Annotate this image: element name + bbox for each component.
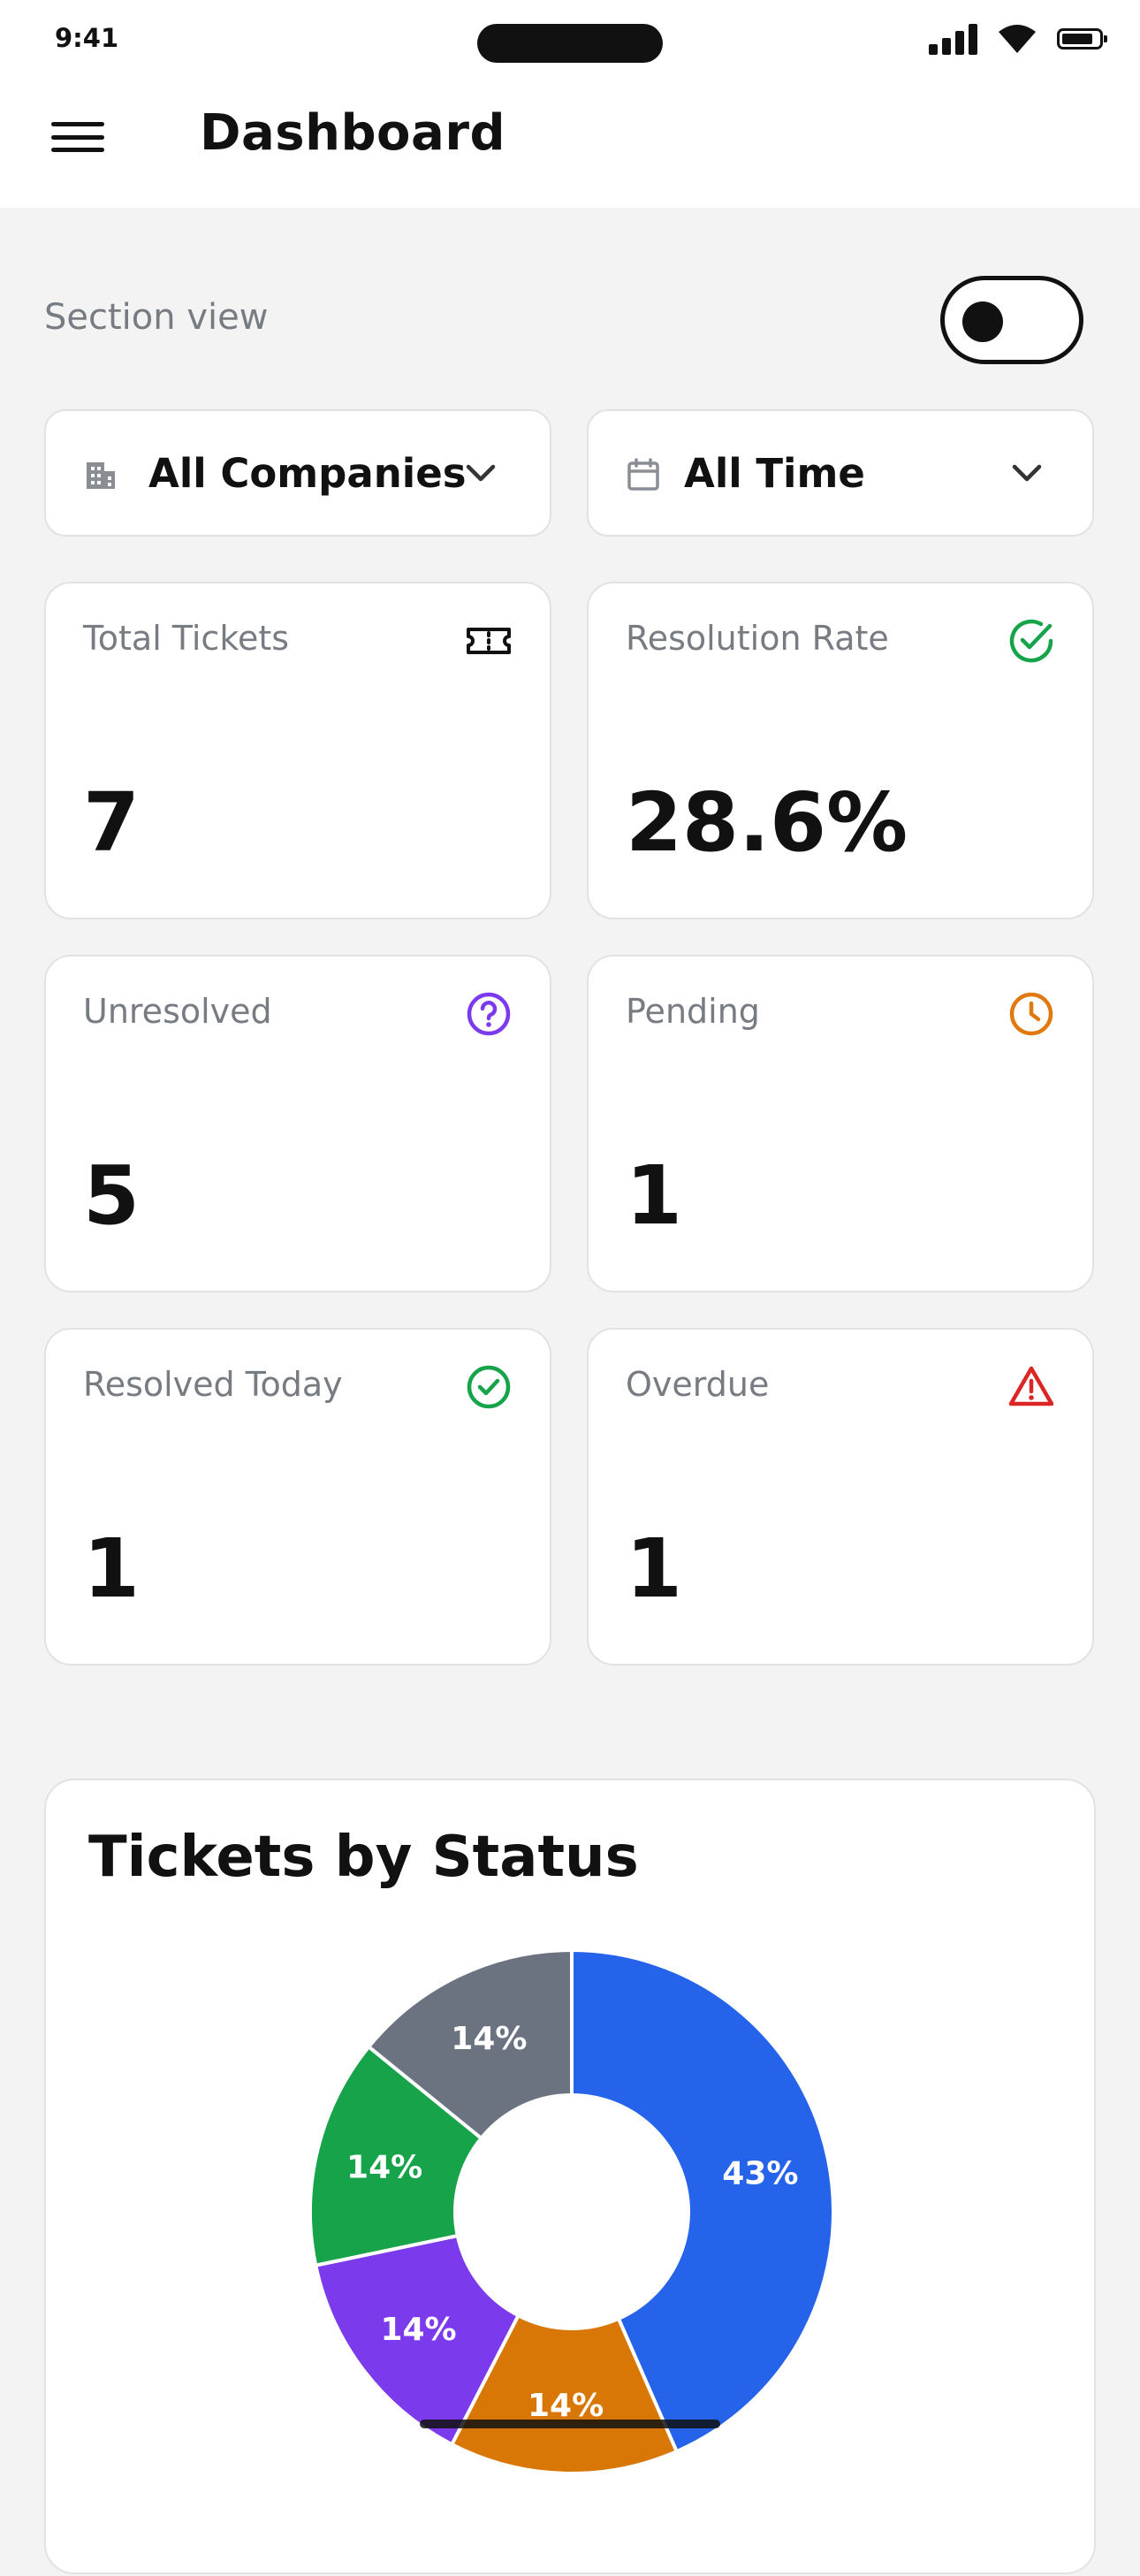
donut-slice-label: 14% — [346, 2150, 422, 2186]
time-filter-dropdown[interactable]: All Time — [587, 409, 1094, 537]
stat-card-resolved-today[interactable]: Resolved Today 1 — [44, 1328, 551, 1665]
stat-value: 1 — [83, 1521, 141, 1616]
dynamic-island — [477, 24, 663, 63]
stat-label: Resolved Today — [83, 1365, 343, 1404]
toggle-knob — [962, 301, 1003, 342]
stat-label: Total Tickets — [83, 619, 290, 658]
page-title: Dashboard — [200, 104, 506, 162]
time-filter-label: All Time — [684, 449, 865, 497]
stat-value: 1 — [626, 1521, 683, 1616]
chevron-down-icon — [1012, 464, 1042, 482]
stat-label: Pending — [626, 992, 760, 1031]
stat-value: 5 — [83, 1148, 141, 1243]
battery-icon — [1057, 28, 1107, 50]
company-filter-dropdown[interactable]: All Companies — [44, 409, 551, 537]
donut-slice-label: 14% — [380, 2312, 456, 2348]
stat-label: Overdue — [626, 1365, 770, 1404]
stat-value: 28.6% — [626, 775, 908, 870]
calendar-icon — [627, 458, 659, 491]
warning-triangle-icon — [1008, 1366, 1054, 1406]
wifi-icon — [999, 25, 1036, 53]
check-circle-icon — [467, 1365, 511, 1409]
status-time: 9:41 — [55, 23, 119, 53]
stat-card-total-tickets[interactable]: Total Tickets 7 — [44, 582, 551, 919]
stat-label: Resolution Rate — [626, 619, 889, 658]
check-circle-icon — [1009, 619, 1053, 663]
donut-slice-label: 14% — [451, 2021, 527, 2057]
section-view-toggle[interactable] — [940, 276, 1083, 364]
stat-card-unresolved[interactable]: Unresolved 5 — [44, 955, 551, 1292]
ticket-icon — [467, 628, 511, 654]
status-donut-chart: 43% 14% 14% 14% 14% — [308, 1947, 835, 2475]
hamburger-menu-icon[interactable] — [51, 115, 104, 159]
stat-card-overdue[interactable]: Overdue 1 — [587, 1328, 1094, 1665]
stat-card-pending[interactable]: Pending 1 — [587, 955, 1094, 1292]
stat-value: 1 — [626, 1148, 683, 1243]
app-bar: Dashboard — [0, 88, 1140, 208]
stat-card-resolution-rate[interactable]: Resolution Rate 28.6% — [587, 582, 1094, 919]
stat-value: 7 — [83, 775, 141, 870]
question-circle-icon — [467, 992, 511, 1036]
tickets-by-status-card: Tickets by Status 43% 14% 14% 14% 14% — [44, 1779, 1096, 2574]
clock-icon — [1009, 992, 1053, 1036]
company-filter-label: All Companies — [148, 449, 467, 497]
chevron-down-icon — [466, 464, 496, 482]
donut-slice-label: 43% — [722, 2155, 798, 2191]
cellular-signal-icon — [929, 23, 977, 55]
home-indicator — [420, 2420, 720, 2428]
status-icons — [929, 19, 1107, 58]
donut-slice-label: 14% — [528, 2388, 604, 2424]
section-view-label: Section view — [44, 297, 269, 338]
building-icon — [87, 462, 115, 489]
status-bar: 9:41 — [0, 0, 1140, 88]
stat-label: Unresolved — [83, 992, 272, 1031]
